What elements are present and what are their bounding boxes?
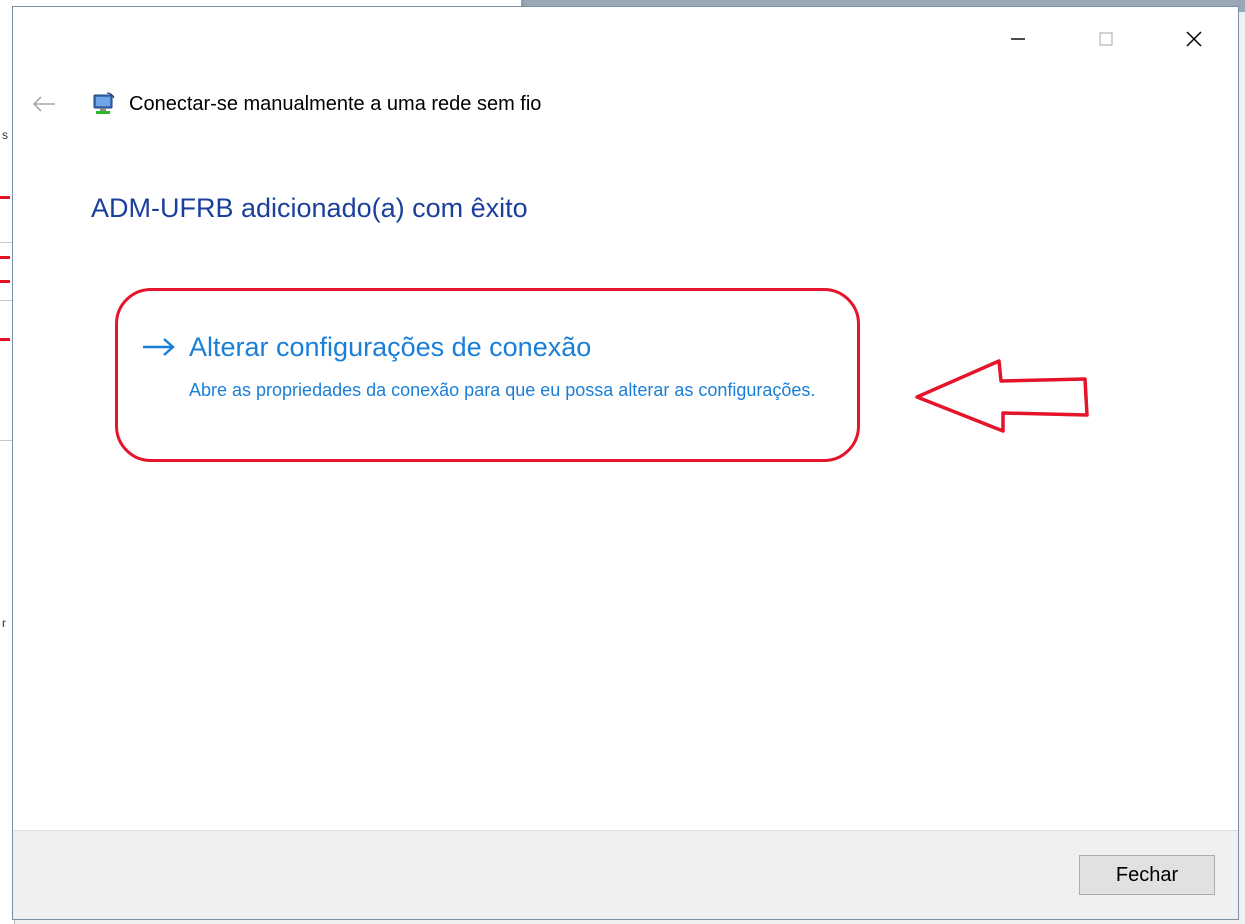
annotation-highlight-box (115, 288, 860, 462)
background-red-mark (0, 280, 10, 283)
close-button[interactable]: Fechar (1079, 855, 1215, 895)
background-red-mark (0, 338, 10, 341)
background-glyph: r (2, 616, 6, 630)
close-window-button[interactable] (1150, 19, 1238, 59)
background-red-mark (0, 196, 10, 199)
back-arrow-icon[interactable] (31, 95, 57, 113)
minimize-button[interactable] (974, 19, 1062, 59)
close-icon (1186, 31, 1202, 47)
minimize-icon (1011, 38, 1025, 40)
background-line (0, 242, 12, 243)
maximize-button[interactable] (1062, 19, 1150, 59)
window-controls (974, 19, 1238, 59)
dialog-window: Conectar-se manualmente a uma rede sem f… (12, 6, 1239, 920)
maximize-icon (1099, 32, 1113, 46)
background-line (0, 440, 12, 441)
background-glyph: s (2, 128, 8, 142)
background-line (0, 300, 12, 301)
background-red-mark (0, 256, 10, 259)
annotation-arrow-icon (915, 359, 1089, 433)
window-title: Conectar-se manualmente a uma rede sem f… (129, 93, 542, 115)
success-heading: ADM-UFRB adicionado(a) com êxito (91, 193, 528, 223)
wifi-network-icon (93, 92, 115, 114)
dialog-footer: Fechar (13, 830, 1238, 919)
